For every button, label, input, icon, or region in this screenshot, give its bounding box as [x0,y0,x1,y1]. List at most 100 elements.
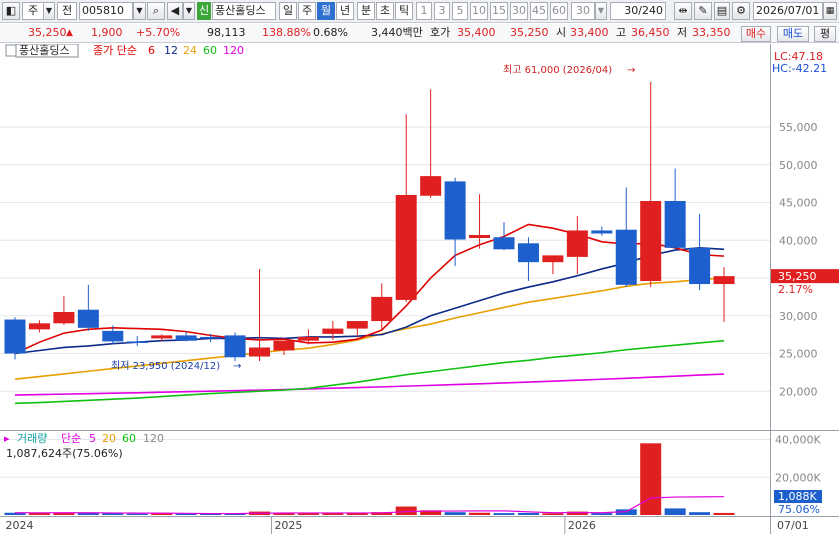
speaker-icon[interactable]: ◀ [167,2,183,20]
stock-name: 풍산홀딩스 [212,2,276,20]
volume-legend-simple: 단순 [61,432,81,445]
period-month-tab[interactable]: 월 [317,2,335,20]
candle-body [493,237,515,250]
market-select[interactable]: 주 [22,2,44,20]
calendar-icon[interactable]: ▦ [823,2,837,20]
candle-body [175,335,197,341]
price-change: 1,900 [91,26,123,39]
volume-bar [102,513,124,515]
period-week-tab[interactable]: 주 [298,2,316,20]
interval-10-button[interactable]: 10 [470,2,488,20]
interval-15-button[interactable]: 15 [490,2,508,20]
period-day-tab[interactable]: 일 [279,2,297,20]
volume-legend-ma120: 120 [143,432,164,445]
legend-ma12: 12 [164,44,178,57]
volume-bar [126,513,148,515]
volume-legend-ma5: 5 [89,432,96,445]
volume-bar [542,513,564,515]
x-axis-label: 2026 [568,519,596,532]
legend-ma60: 60 [203,44,217,57]
volume-tick-label: 40,000K [775,434,821,447]
interval-3-button[interactable]: 3 [434,2,450,20]
candle-body [53,311,75,324]
search-icon[interactable]: ⌕ [147,2,165,20]
chart-icon[interactable]: ◧ [2,2,20,20]
candle-body [566,230,588,257]
period-minute-tab[interactable]: 분 [357,2,375,20]
trade-amount: 3,440백만 [371,26,423,39]
volume-bar [640,443,662,515]
prev-button[interactable]: 전 [57,2,77,20]
volume-bar [469,512,491,515]
open-label: 시 [556,26,567,39]
interval-5-button[interactable]: 5 [452,2,468,20]
volume-bar [517,512,539,515]
candle-body [200,336,222,339]
tools-icon[interactable]: ✎ [694,2,712,20]
current-price: 35,250 [28,26,67,39]
candle-body [249,347,270,357]
legend-ma24: 24 [183,44,197,57]
save-icon[interactable]: ▤ [714,2,730,20]
interval-input[interactable]: 30 [571,2,595,20]
legend-stock-name: 풍산홀딩스 [19,44,70,57]
interval-dropdown-icon[interactable]: ▼ [595,2,607,20]
legend-ma120: 120 [223,44,244,57]
volume-bar [297,513,319,515]
min-arrow-icon: → [233,361,241,372]
legend-ma6: 6 [148,44,155,57]
interval-60-button[interactable]: 60 [550,2,568,20]
volume-bar [395,506,417,515]
min-annotation: 최저 23,950 (2024/12) [111,360,220,372]
period-tick-tab[interactable]: 틱 [395,2,413,20]
legend-box-icon[interactable] [5,44,17,57]
period-second-tab[interactable]: 초 [376,2,394,20]
volume-bar [713,512,735,515]
volume-legend-label: 거래량 [17,432,47,445]
interval-45-button[interactable]: 45 [530,2,548,20]
open-price: 33,400 [570,26,609,39]
x-axis-label: 07/01 [777,519,809,532]
speaker-dropdown-icon[interactable]: ▼ [183,2,195,20]
interval-30-button[interactable]: 30 [510,2,528,20]
x-axis-label: 2024 [6,519,34,532]
volume-tick-label: 20,000K [775,471,821,484]
volume-value: 98,113 [207,26,246,39]
candle-body [469,234,491,239]
current-price-tag-label: 35,250 [778,270,817,283]
x-axis-label: 2025 [274,519,302,532]
candle-body [395,194,417,300]
bar-count-input[interactable]: 30/240 [610,2,666,20]
gear-icon[interactable]: ⚙ [732,2,750,20]
price-tick-label: 45,000 [779,197,818,210]
market-dropdown-icon[interactable]: ▼ [43,2,55,20]
zoom-icon[interactable]: ⇹ [674,2,692,20]
turnover-rate: 0.68% [313,26,348,39]
stock-chart[interactable]: 20,00025,00030,00035,00040,00045,00050,0… [0,44,839,534]
sell-button[interactable]: 매도 [777,26,809,42]
candle-body [713,276,735,285]
candle-body [224,335,246,358]
code-dropdown-icon[interactable]: ▼ [133,2,146,20]
candle-body [151,335,173,339]
volume-bar [689,512,711,515]
evaluate-button[interactable]: 평 [814,26,836,42]
max-arrow-icon: → [627,65,635,76]
candle-body [444,181,466,240]
volume-legend-value: 1,087,624주(75.06%) [6,447,123,460]
low-label: 저 [677,26,688,39]
volume-current-pct: 75.06% [778,503,820,516]
period-year-tab[interactable]: 년 [336,2,354,20]
volume-current-label: 1,088K [778,490,817,503]
volume-legend-icon: ▸ [4,432,10,445]
interval-1-button[interactable]: 1 [416,2,432,20]
volume-bar [444,512,466,515]
buy-button[interactable]: 매수 [741,26,771,42]
price-change-pct: +5.70% [136,26,181,39]
candle-body [542,255,564,263]
stock-code-input[interactable]: 005810 [79,2,133,20]
up-arrow-icon: ▲ [66,28,73,38]
candle-body [4,319,26,354]
current-price-pct: 2.17% [778,283,813,296]
date-input[interactable]: 2026/07/01 [753,2,823,20]
